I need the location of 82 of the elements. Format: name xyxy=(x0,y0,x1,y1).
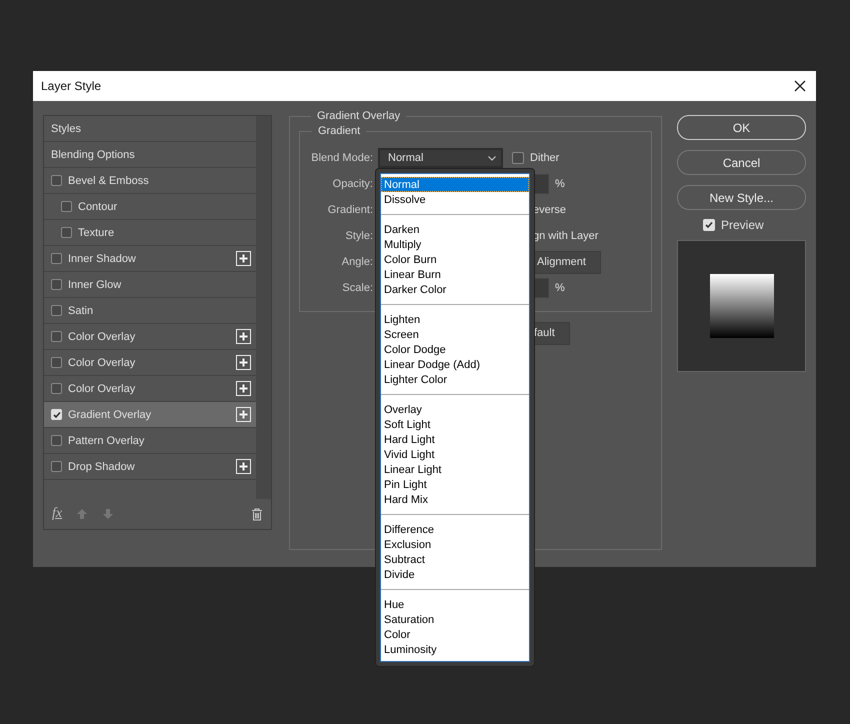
chevron-icon xyxy=(488,156,496,160)
gradient-swatch xyxy=(710,274,774,338)
blend-mode-select[interactable]: Normal xyxy=(378,148,503,168)
add-icon[interactable] xyxy=(236,329,251,344)
menu-option[interactable]: Hard Mix xyxy=(381,492,529,507)
menu-option[interactable]: Exclusion xyxy=(381,537,529,552)
menu-option[interactable]: Lighten xyxy=(381,312,529,327)
menu-option[interactable]: Linear Light xyxy=(381,462,529,477)
menu-option[interactable]: Dissolve xyxy=(381,192,529,207)
dialog-button[interactable]: New Style... xyxy=(677,185,806,210)
field-label: Opacity: xyxy=(332,178,373,190)
menu-option[interactable]: Color Dodge xyxy=(381,342,529,357)
add-icon[interactable] xyxy=(236,407,251,422)
checkbox[interactable] xyxy=(51,357,62,368)
menu-option[interactable]: Subtract xyxy=(381,552,529,567)
down-arrow-icon[interactable] xyxy=(102,508,114,520)
add-icon[interactable] xyxy=(236,381,251,396)
dialog-button[interactable]: Cancel xyxy=(677,150,806,175)
section-title: Gradient Overlay xyxy=(316,110,402,122)
menu-option[interactable]: Luminosity xyxy=(381,642,529,657)
field-label: Blend Mode: xyxy=(310,152,373,164)
style-item[interactable]: Color Overlay xyxy=(44,350,256,376)
menu-option[interactable]: Soft Light xyxy=(381,417,529,432)
menu-option[interactable]: Color xyxy=(381,627,529,642)
checkbox-label: Preview xyxy=(721,218,764,232)
unit-label: % xyxy=(555,178,565,190)
menu-option[interactable]: Lighter Color xyxy=(381,372,529,387)
menu-option[interactable]: Linear Dodge (Add) xyxy=(381,357,529,372)
style-item[interactable]: Color Overlay xyxy=(44,324,256,350)
trash-icon[interactable] xyxy=(251,508,263,520)
add-icon[interactable] xyxy=(236,355,251,370)
checkbox[interactable] xyxy=(61,201,72,212)
add-icon[interactable] xyxy=(236,459,251,474)
dialog-button[interactable]: OK xyxy=(677,115,806,140)
menu-option[interactable]: Normal xyxy=(381,177,529,192)
add-icon[interactable] xyxy=(236,251,251,266)
menu-option[interactable]: Hard Light xyxy=(381,432,529,447)
checkbox[interactable] xyxy=(51,253,62,264)
alignment-button[interactable]: Alignment xyxy=(533,250,601,274)
menu-option[interactable]: Screen xyxy=(381,327,529,342)
menu-option[interactable]: Hue xyxy=(381,597,529,612)
field-label: Style: xyxy=(344,230,373,242)
menu-option[interactable]: Saturation xyxy=(381,612,529,627)
style-item[interactable]: Contour xyxy=(44,194,256,220)
checkbox[interactable] xyxy=(51,461,62,472)
style-item[interactable]: Inner Shadow xyxy=(44,246,256,272)
checkbox[interactable] xyxy=(51,175,62,186)
menu-option[interactable]: Darker Color xyxy=(381,282,529,297)
fx-button[interactable]: fx xyxy=(52,506,62,522)
menu-option[interactable]: Multiply xyxy=(381,237,529,252)
checkbox[interactable] xyxy=(61,227,72,238)
checkbox[interactable] xyxy=(51,435,62,446)
menu-option[interactable]: Linear Burn xyxy=(381,267,529,282)
checkbox[interactable] xyxy=(512,152,524,164)
field-label: Scale: xyxy=(341,282,373,294)
checkbox-label: Dither xyxy=(530,152,560,164)
style-item[interactable]: Gradient Overlay xyxy=(44,402,256,428)
window-title: Layer Style xyxy=(41,79,102,93)
unit-label: % xyxy=(555,282,565,294)
menu-option[interactable]: Pin Light xyxy=(381,477,529,492)
menu-option[interactable]: Vivid Light xyxy=(381,447,529,462)
menu-option[interactable]: Divide xyxy=(381,567,529,582)
style-item[interactable]: Bevel & Emboss xyxy=(44,168,256,194)
checkbox[interactable] xyxy=(51,383,62,394)
up-arrow-icon[interactable] xyxy=(76,508,88,520)
checkbox[interactable] xyxy=(51,331,62,342)
field-label: Angle: xyxy=(340,256,373,268)
style-item[interactable]: Drop Shadow xyxy=(44,454,256,480)
group-title: Gradient xyxy=(317,125,362,137)
field-label: Gradient: xyxy=(326,204,373,216)
style-item[interactable]: Inner Glow xyxy=(44,272,256,298)
menu-option[interactable]: Overlay xyxy=(381,402,529,417)
menu-option[interactable]: Difference xyxy=(381,522,529,537)
checkbox[interactable] xyxy=(51,279,62,290)
menu-option[interactable]: Darken xyxy=(381,222,529,237)
menu-option[interactable]: Color Burn xyxy=(381,252,529,267)
checkbox[interactable] xyxy=(51,305,62,316)
style-item[interactable]: Texture xyxy=(44,220,256,246)
close-icon[interactable] xyxy=(794,80,806,92)
scrollbar[interactable] xyxy=(256,116,271,499)
style-item[interactable]: Pattern Overlay xyxy=(44,428,256,454)
style-item[interactable]: Satin xyxy=(44,298,256,324)
